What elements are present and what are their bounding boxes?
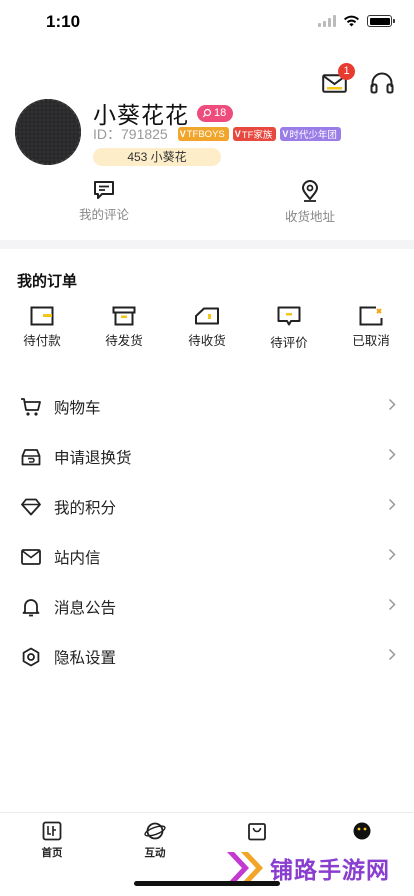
- order-label: 待付款: [23, 334, 61, 348]
- order-label: 待发货: [105, 334, 143, 348]
- menu-item-returns[interactable]: 申请退换货: [0, 432, 414, 482]
- chevron-right-icon: [388, 548, 396, 566]
- my-comments-label: 我的评论: [78, 208, 129, 222]
- level-badge: 18: [197, 104, 234, 122]
- settings-icon: [20, 646, 42, 668]
- quick-links: 我的评论 收货地址: [0, 180, 414, 225]
- level-icon: [202, 108, 212, 118]
- order-pending-payment[interactable]: 待付款: [12, 306, 72, 349]
- orders-title: 我的订单: [17, 273, 78, 290]
- shipping-address-label: 收货地址: [284, 210, 335, 224]
- box-icon: [112, 306, 136, 326]
- battery-icon: [367, 15, 395, 27]
- menu-item-privacy[interactable]: 隐私设置: [0, 632, 414, 682]
- envelope-icon: [20, 546, 42, 568]
- tab-interaction[interactable]: 互动: [125, 821, 185, 859]
- chevron-right-icon: [388, 598, 396, 616]
- menu-item-label: 购物车: [54, 400, 101, 417]
- headphones-icon: [370, 72, 394, 94]
- wallet-icon: [30, 306, 54, 326]
- order-label: 已取消: [352, 334, 390, 348]
- menu-item-label: 消息公告: [54, 600, 117, 617]
- mail-button[interactable]: 1: [320, 63, 355, 96]
- menu-item-points[interactable]: 我的积分: [0, 482, 414, 532]
- tab-label: 互动: [144, 847, 166, 859]
- tab-home[interactable]: 首页: [22, 821, 82, 859]
- menu-item-cart[interactable]: 购物车: [0, 382, 414, 432]
- cellular-signal-icon: [318, 15, 336, 27]
- chevron-right-icon: [388, 498, 396, 516]
- order-pending-receipt[interactable]: 待收货: [177, 306, 237, 349]
- menu-item-announcements[interactable]: 消息公告: [0, 582, 414, 632]
- chevron-right-icon: [388, 448, 396, 466]
- section-divider: [0, 240, 414, 249]
- status-icons: [318, 15, 395, 27]
- menu-list: 购物车 申请退换货 我的积分 站内信 消息公告 隐私设置: [0, 382, 414, 682]
- shipping-address-link[interactable]: 收货地址: [260, 180, 360, 225]
- chevron-right-icon: [388, 398, 396, 416]
- tag-v-icon: V: [179, 129, 186, 139]
- fan-tag: V TF家族: [232, 127, 277, 141]
- level-value: 18: [214, 107, 227, 119]
- tag-v-icon: V: [282, 129, 289, 139]
- watermark-text: 铺路手游网: [270, 857, 390, 883]
- tag-v-icon: V: [234, 129, 241, 139]
- location-pin-icon: [301, 180, 319, 202]
- comment-icon: [94, 181, 114, 199]
- user-id: ID：791825: [93, 126, 168, 142]
- header-actions: 1: [320, 63, 396, 96]
- review-icon: [277, 306, 301, 326]
- bell-icon: [20, 596, 42, 618]
- mail-badge: 1: [338, 63, 355, 80]
- truck-icon: [195, 307, 219, 325]
- menu-item-inbox[interactable]: 站内信: [0, 532, 414, 582]
- order-pending-review[interactable]: 待评价: [259, 306, 319, 351]
- menu-item-label: 站内信: [54, 550, 101, 567]
- my-comments-link[interactable]: 我的评论: [54, 180, 154, 223]
- fan-tag: V 时代少年团: [280, 127, 341, 141]
- fan-tag: V TFBOYS: [177, 127, 229, 141]
- points-pill[interactable]: 453 小葵花: [93, 148, 221, 166]
- menu-item-label: 隐私设置: [54, 650, 117, 667]
- status-bar: 1:10: [0, 0, 414, 44]
- diamond-icon: [20, 496, 42, 518]
- id-row: ID：791825 V TFBOYS V TF家族 V 时代少年团: [93, 124, 341, 144]
- profile-face-icon: [353, 822, 371, 840]
- avatar-image: [15, 99, 81, 165]
- order-label: 待评价: [270, 336, 308, 350]
- order-pending-shipment[interactable]: 待发货: [94, 306, 154, 349]
- wifi-icon: [344, 15, 359, 27]
- status-time: 1:10: [46, 12, 81, 31]
- menu-item-label: 我的积分: [54, 500, 117, 517]
- chevron-right-icon: [388, 648, 396, 666]
- tab-label: 首页: [41, 847, 63, 859]
- cancelled-icon: [359, 306, 383, 326]
- order-label: 待收货: [188, 334, 226, 348]
- home-icon: [42, 821, 62, 841]
- avatar[interactable]: [15, 99, 81, 165]
- cart-icon: [20, 396, 42, 418]
- return-icon: [20, 446, 42, 468]
- shopping-bag-icon: [248, 823, 266, 841]
- home-indicator[interactable]: [134, 881, 280, 886]
- customer-service-button[interactable]: [368, 70, 396, 96]
- planet-icon: [144, 822, 166, 840]
- order-cancelled[interactable]: 已取消: [341, 306, 401, 349]
- orders-row: 待付款 待发货 待收货 待评价 已取消: [0, 306, 414, 350]
- menu-item-label: 申请退换货: [54, 450, 132, 467]
